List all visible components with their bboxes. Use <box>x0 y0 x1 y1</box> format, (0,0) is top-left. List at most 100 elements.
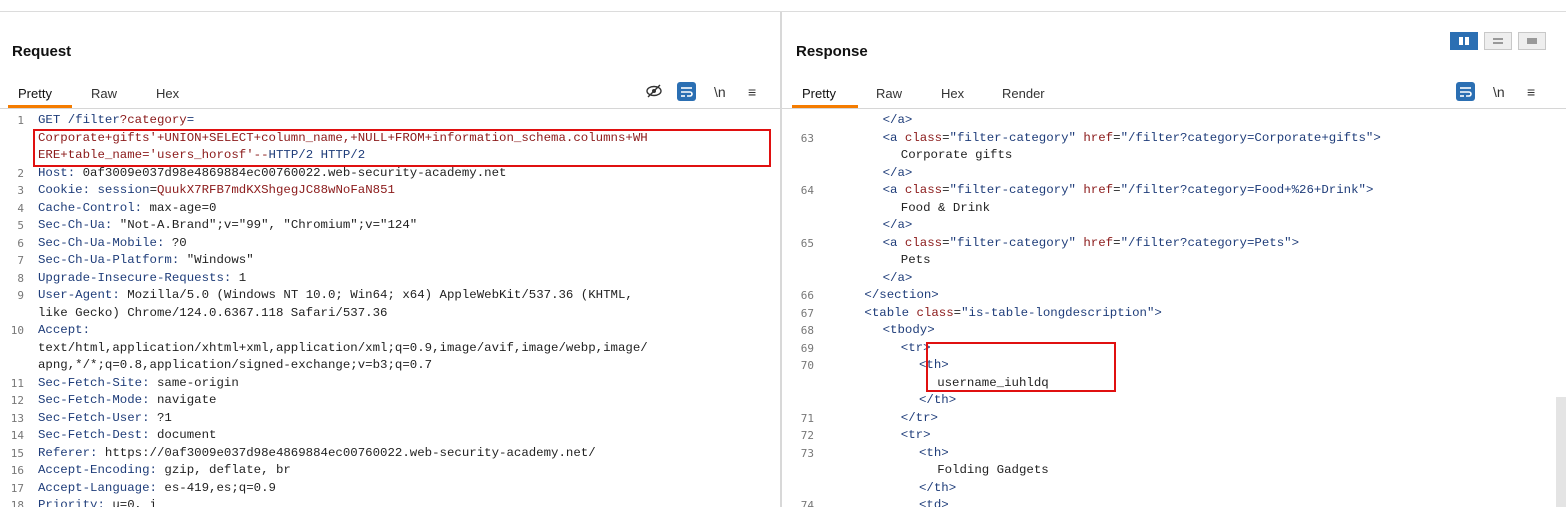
code-token: > <box>1365 183 1374 197</box>
code-line: Sec-Fetch-Site: same-origin <box>38 376 239 390</box>
line-number: 12 <box>10 394 24 407</box>
code-token: <td> <box>919 498 949 507</box>
code-token: Accept-Encoding: <box>38 463 165 477</box>
code-token: Upgrade-Insecure-Requests: <box>38 270 239 285</box>
code-token: Sec-Ch-Ua-Platform: <box>38 253 187 267</box>
code-line: Priority: u=0, i <box>38 498 157 507</box>
code-token: Cookie: <box>38 183 98 197</box>
word-wrap-icon[interactable] <box>677 82 696 101</box>
request-tab-pretty[interactable]: Pretty <box>18 86 52 101</box>
request-tabs: Pretty Raw Hex \n ≡ <box>0 74 780 109</box>
code-token: <tr> <box>900 428 931 442</box>
code-token: Host: <box>38 165 83 180</box>
code-line: User-Agent: Mozilla/5.0 (Windows NT 10.0… <box>38 288 633 302</box>
code-token: </tr> <box>900 410 938 425</box>
layout-side-by-side-icon[interactable] <box>1450 32 1478 50</box>
code-line: </section> <box>864 288 938 302</box>
code-line: Sec-Fetch-Dest: document <box>38 428 216 442</box>
code-line: like Gecko) Chrome/124.0.6367.118 Safari… <box>38 306 387 320</box>
code-token: text/html,application/xhtml+xml,applicat… <box>38 340 648 355</box>
request-tab-raw[interactable]: Raw <box>91 86 117 101</box>
line-number: 64 <box>800 184 814 197</box>
code-token: <a <box>882 235 905 250</box>
response-tab-hex[interactable]: Hex <box>941 86 964 101</box>
newline-toggle-icon[interactable]: \n <box>1493 84 1505 100</box>
code-token: "/filter?category=Pets" <box>1120 235 1292 250</box>
code-token: session <box>97 183 150 197</box>
line-number: 4 <box>17 201 24 215</box>
line-number: 5 <box>17 219 24 232</box>
line-number: 3 <box>17 184 24 197</box>
line-number: 8 <box>17 271 24 285</box>
line-number: 68 <box>800 324 814 337</box>
code-token: https://0af3009e037d98e4869884ec00760022… <box>104 445 596 460</box>
code-line: Host: 0af3009e037d98e4869884ec00760022.w… <box>38 166 506 180</box>
response-tab-raw[interactable]: Raw <box>876 86 902 101</box>
code-token: href <box>1083 130 1114 145</box>
menu-icon[interactable]: ≡ <box>748 84 756 100</box>
line-number: 69 <box>800 341 814 355</box>
request-editor[interactable]: 1 GET /filter?category= Corporate+gifts'+U… <box>0 110 780 507</box>
line-number: 16 <box>10 464 24 477</box>
code-token: <a <box>882 130 905 145</box>
code-token: Sec-Ch-Ua: <box>38 218 120 232</box>
code-line: <th> <box>919 446 949 460</box>
code-line: Sec-Ch-Ua-Mobile: ?0 <box>38 236 187 250</box>
line-number: 15 <box>10 446 24 460</box>
hide-non-printable-icon[interactable] <box>645 82 663 103</box>
code-token: Accept-Language: <box>38 480 165 495</box>
code-token: navigate <box>156 393 217 407</box>
code-token: Corporate gifts <box>900 148 1013 162</box>
code-token: Sec-Ch-Ua-Mobile: <box>38 235 172 250</box>
code-line: Folding Gadgets <box>937 463 1049 477</box>
code-token: Folding Gadgets <box>937 463 1049 477</box>
code-token: </a> <box>882 113 913 127</box>
line-number: 71 <box>800 411 814 425</box>
line-number: 2 <box>17 166 24 180</box>
code-token: "is-table-longdescription" <box>961 305 1155 320</box>
response-tab-pretty[interactable]: Pretty <box>802 86 836 101</box>
response-editor[interactable]: </a> 63 <a class="filter-category" href="/… <box>782 110 1566 507</box>
code-line: Cookie: session=QuukX7RFB7mdKXShgegJC88w… <box>38 183 395 197</box>
code-token: User-Agent: <box>38 288 128 302</box>
code-token: = <box>1113 183 1121 197</box>
code-token: Priority: <box>38 498 113 507</box>
line-number: 9 <box>17 289 24 302</box>
code-token: Accept: <box>38 323 91 337</box>
code-line: <tbody> <box>883 323 935 337</box>
menu-icon[interactable]: ≡ <box>1527 84 1535 100</box>
code-line: <a class="filter-category" href="/filter… <box>883 131 1381 145</box>
response-title: Response <box>796 43 868 60</box>
code-token: </th> <box>919 393 957 407</box>
code-token: Sec-Fetch-Mode: <box>38 393 157 407</box>
line-number: 73 <box>800 446 814 460</box>
response-tab-render[interactable]: Render <box>1002 86 1045 101</box>
code-token: </a> <box>882 270 913 285</box>
code-token: max-age=0 <box>149 200 217 215</box>
code-token: = <box>942 130 950 145</box>
line-number: 65 <box>800 236 814 250</box>
code-token: Cache-Control: <box>38 200 150 215</box>
code-token: QuukX7RFB7mdKXShgegJC88wNoFaN851 <box>157 183 395 197</box>
layout-tabs-icon[interactable] <box>1518 32 1546 50</box>
word-wrap-icon[interactable] <box>1456 82 1475 101</box>
code-line: <a class="filter-category" href="/filter… <box>883 236 1299 250</box>
response-scrollbar[interactable] <box>1556 397 1566 507</box>
layout-stacked-icon[interactable] <box>1484 32 1512 50</box>
layout-switch <box>1450 32 1546 52</box>
code-token: Pets <box>900 253 931 267</box>
code-line: text/html,application/xhtml+xml,applicat… <box>38 341 648 355</box>
newline-toggle-icon[interactable]: \n <box>714 84 726 100</box>
request-tab-hex[interactable]: Hex <box>156 86 179 101</box>
code-token: document <box>156 428 217 442</box>
code-token: = <box>953 305 962 320</box>
code-token: 0af3009e037d98e4869884ec00760022.web-sec… <box>82 165 507 180</box>
code-token: class <box>904 130 943 145</box>
code-token: <tbody> <box>882 323 935 337</box>
response-tabs: Pretty Raw Hex Render \n ≡ <box>782 74 1566 109</box>
line-number: 13 <box>10 411 24 425</box>
code-line: Accept: <box>38 323 90 337</box>
code-line: Food & Drink <box>901 201 990 215</box>
line-number: 6 <box>17 236 24 250</box>
code-token: > <box>1373 130 1381 145</box>
